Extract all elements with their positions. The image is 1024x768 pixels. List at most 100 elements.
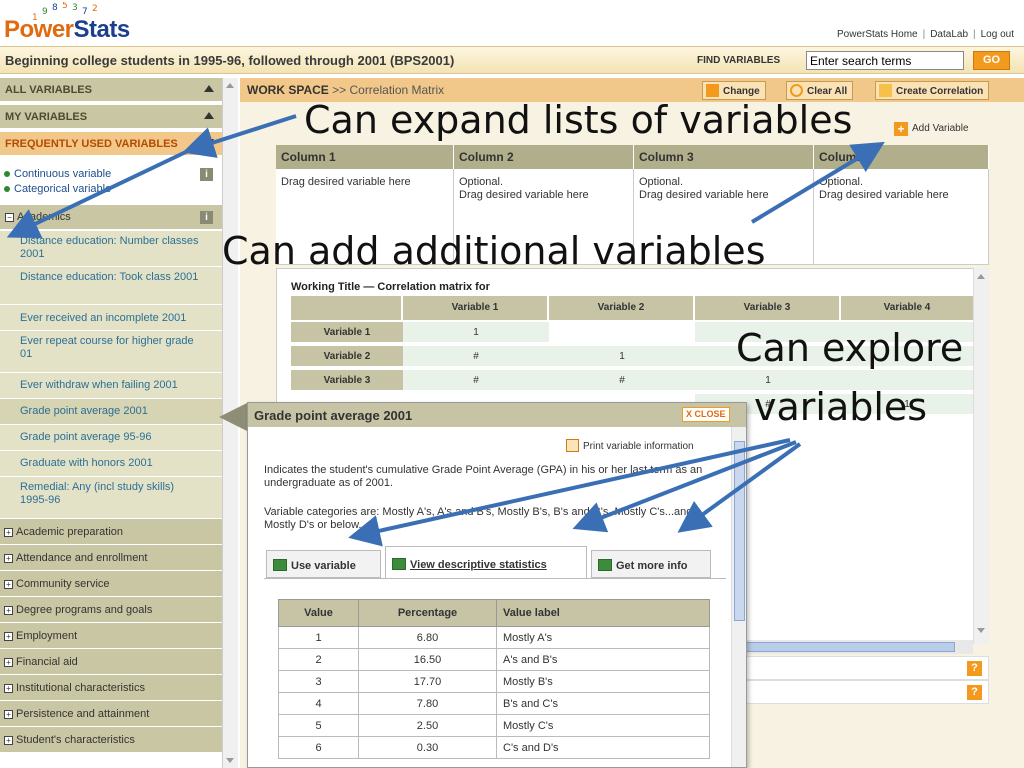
table-cell: Mostly B's [496, 670, 710, 693]
table-cell: 4 [278, 692, 359, 715]
all-variables-header[interactable]: ALL VARIABLES [0, 78, 222, 102]
workspace-title: WORK SPACE >> Correlation Matrix [247, 83, 445, 97]
matrix-horizontal-scrollbar[interactable] [745, 640, 973, 654]
search-input[interactable] [806, 51, 964, 70]
popup-scrollbar[interactable] [731, 427, 746, 767]
category-item[interactable]: + Attendance and enrollment [0, 545, 222, 571]
category-item[interactable]: + Degree programs and goals [0, 597, 222, 623]
tab-view-descriptive-statistics[interactable]: View descriptive statistics [385, 546, 587, 579]
scroll-down-arrow-icon[interactable] [977, 628, 985, 633]
sidebar-variable-item-selected[interactable]: Grade point average 2001 [0, 399, 222, 425]
table-header: Value [278, 599, 359, 627]
category-item[interactable]: + Employment [0, 623, 222, 649]
print-variable-info-link[interactable]: Print variable information [566, 439, 694, 452]
find-variables-label: FIND VARIABLES [697, 55, 781, 66]
scroll-up-arrow-icon[interactable] [977, 274, 985, 279]
table-cell: 17.70 [358, 670, 497, 693]
column-header: Column 2 [454, 145, 634, 169]
tab-get-more-info[interactable]: Get more info [591, 550, 711, 578]
svg-text:2: 2 [92, 4, 98, 14]
sidebar-variable-item[interactable]: Graduate with honors 2001 [0, 451, 222, 477]
svg-text:3: 3 [72, 3, 78, 13]
category-item[interactable]: + Community service [0, 571, 222, 597]
info-icon[interactable]: i [200, 168, 213, 181]
table-row: 4 7.80 B's and C's [278, 692, 710, 715]
category-item[interactable]: + Persistence and attainment [0, 701, 222, 727]
matrix-cell: 1 [403, 320, 549, 342]
matrix-cell: 1 [549, 344, 695, 366]
table-row: 6 0.30 C's and D's [278, 736, 710, 759]
help-icon[interactable]: ? [967, 685, 982, 700]
category-academics[interactable]: − Academics [0, 205, 222, 230]
table-cell: 5 [278, 714, 359, 737]
sidebar-variable-item[interactable]: Grade point average 95-96 [0, 425, 222, 451]
add-variable-button[interactable]: + Add Variable [894, 122, 969, 136]
close-button[interactable]: X CLOSE [682, 407, 730, 422]
link-log-out[interactable]: Log out [981, 29, 1014, 40]
category-item[interactable]: + Institutional characteristics [0, 675, 222, 701]
annotation-explore-line2: variables [754, 385, 928, 429]
table-cell: C's and D's [496, 736, 710, 759]
scroll-thumb[interactable] [745, 642, 955, 652]
table-cell: Mostly C's [496, 714, 710, 737]
collapse-arrow-icon [204, 112, 214, 119]
create-correlation-button[interactable]: Create Correlation [875, 81, 990, 100]
plus-icon: + [894, 122, 908, 136]
green-dot-icon [4, 186, 10, 192]
help-icon[interactable]: ? [967, 661, 982, 676]
matrix-cell: # [403, 368, 549, 390]
column-drop-zone[interactable]: Optional. Drag desired variable here [814, 169, 989, 265]
matrix-col-header: Variable 4 [841, 296, 973, 320]
list-icon [273, 559, 287, 571]
table-cell: 7.80 [358, 692, 497, 715]
powerstats-logo[interactable]: 1 9 8 5 3 7 2 PowerStats [2, 2, 142, 44]
expand-plus-icon: + [4, 736, 13, 745]
expand-plus-icon: + [4, 684, 13, 693]
frequently-used-variables-header[interactable]: FREQUENTLY USED VARIABLES [0, 132, 222, 156]
table-header-row: Value Percentage Value label [278, 599, 710, 627]
descriptive-statistics-table: Value Percentage Value label 1 6.80 Mostly… [278, 599, 710, 759]
scroll-up-arrow-icon[interactable] [226, 83, 234, 88]
my-variables-header[interactable]: MY VARIABLES [0, 105, 222, 129]
scroll-down-arrow-icon[interactable] [226, 758, 234, 763]
matrix-col-header: Variable 1 [403, 296, 549, 320]
sidebar-variable-item[interactable]: Remedial: Any (incl study skills) 1995-9… [0, 477, 222, 519]
dropdown-arrow-icon [706, 84, 719, 97]
logo-wordmark: PowerStats [4, 16, 130, 43]
sidebar-variable-item[interactable]: Ever received an incomplete 2001 [0, 305, 222, 331]
sidebar-variable-item[interactable]: Ever repeat course for higher grade 01 [0, 331, 222, 373]
info-icon[interactable]: i [200, 211, 213, 224]
category-item[interactable]: + Academic preparation [0, 519, 222, 545]
collapse-minus-icon: − [5, 213, 14, 222]
expand-plus-icon: + [4, 606, 13, 615]
popup-pointer-arrow [219, 403, 247, 431]
variable-description: Indicates the student's cumulative Grade… [264, 464, 703, 489]
sidebar-variable-item[interactable]: Distance education: Took class 2001 [0, 267, 222, 305]
annotation-explore-line1: Can explore [736, 326, 964, 370]
collapse-arrow-icon [204, 85, 214, 92]
scroll-thumb[interactable] [734, 441, 745, 621]
table-cell: A's and B's [496, 648, 710, 671]
matrix-row-header: Variable 1 [291, 320, 403, 342]
sidebar-variable-item[interactable]: Ever withdraw when failing 2001 [0, 373, 222, 399]
expand-plus-icon: + [4, 580, 13, 589]
matrix-col-header: Variable 3 [695, 296, 841, 320]
help-row: ? [745, 656, 989, 680]
sidebar-variable-item[interactable]: Distance education: Number classes 2001 [0, 231, 222, 267]
matrix-scrollbar[interactable] [973, 268, 989, 644]
matrix-row-header: Variable 2 [291, 344, 403, 366]
category-item[interactable]: + Student's characteristics [0, 727, 222, 753]
link-separator: | [973, 29, 976, 40]
table-grid-icon [879, 84, 892, 97]
link-powerstats-home[interactable]: PowerStats Home [837, 29, 918, 40]
table-grid-icon [392, 558, 406, 570]
table-cell: 1 [278, 626, 359, 649]
category-item[interactable]: + Financial aid [0, 649, 222, 675]
column-header: Column 3 [634, 145, 814, 169]
help-row: ? [745, 680, 989, 704]
variables-sidebar: ALL VARIABLES MY VARIABLES FREQUENTLY US… [0, 78, 222, 768]
link-datalab[interactable]: DataLab [930, 29, 968, 40]
go-button[interactable]: GO [973, 51, 1010, 70]
tab-use-variable[interactable]: Use variable [266, 550, 381, 578]
table-row: 5 2.50 Mostly C's [278, 714, 710, 737]
